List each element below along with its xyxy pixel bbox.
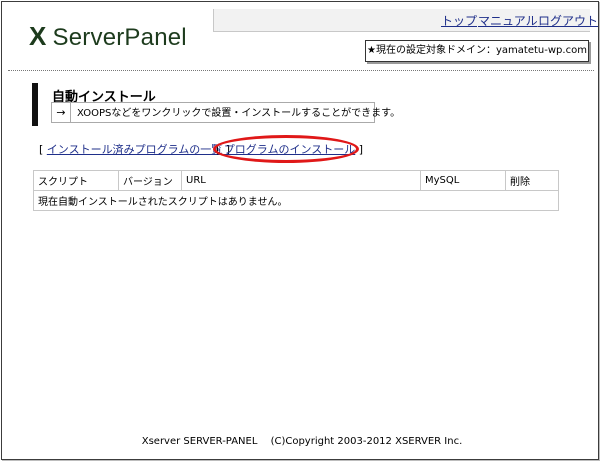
nav-manual-link[interactable]: マニュアル <box>478 12 538 29</box>
col-version: バージョン <box>118 170 182 191</box>
installed-list-link-group: [ インストール済みプログラムの一覧 ] <box>39 141 230 157</box>
col-delete: 削除 <box>505 170 559 191</box>
install-bracket-open: [ <box>216 143 224 156</box>
table-row: 現在自動インストールされたスクリプトはありません。 <box>33 190 559 211</box>
arrow-right-icon: → <box>52 103 71 122</box>
logo-text: ServerPanel <box>52 24 187 51</box>
current-domain-box: ★現在の設定対象ドメイン：yamatetu-wp.com <box>365 40 589 62</box>
nav-top-link[interactable]: トップ <box>441 12 477 29</box>
col-url: URL <box>181 170 421 191</box>
serverpanel-logo: X ServerPanel <box>29 21 187 52</box>
nav-logout-link[interactable]: ログアウト <box>538 12 598 29</box>
install-program-link-group: [ プログラムのインストール ] <box>216 141 363 157</box>
bracket-open: [ <box>39 143 47 156</box>
col-script: スクリプト <box>33 170 119 191</box>
title-accent-bar <box>32 83 38 126</box>
install-program-link[interactable]: プログラムのインストール <box>224 143 355 156</box>
footer-copyright: Xserver SERVER-PANEL (C)Copyright 2003-2… <box>141 436 463 447</box>
logo-x-mark: X <box>29 21 47 51</box>
table-header-row: スクリプト バージョン URL MySQL 削除 <box>33 170 559 191</box>
col-mysql: MySQL <box>420 170 506 191</box>
empty-message: 現在自動インストールされたスクリプトはありません。 <box>33 190 559 211</box>
description-box: → XOOPSなどをワンクリックで設置・インストールすることができます。 <box>51 102 400 123</box>
server-panel-window: X ServerPanel トップ マニュアル ログアウト ★現在の設定対象ドメイ… <box>1 1 599 460</box>
installed-programs-link[interactable]: インストール済みプログラムの一覧 <box>47 143 222 156</box>
header-divider <box>8 70 594 71</box>
description-text: XOOPSなどをワンクリックで設置・インストールすることができます。 <box>77 108 401 119</box>
installed-scripts-table: スクリプト バージョン URL MySQL 削除 現在自動インストールされたスク… <box>33 170 559 211</box>
install-bracket-close: ] <box>355 143 364 156</box>
top-navigation: トップ マニュアル ログアウト <box>213 9 598 32</box>
